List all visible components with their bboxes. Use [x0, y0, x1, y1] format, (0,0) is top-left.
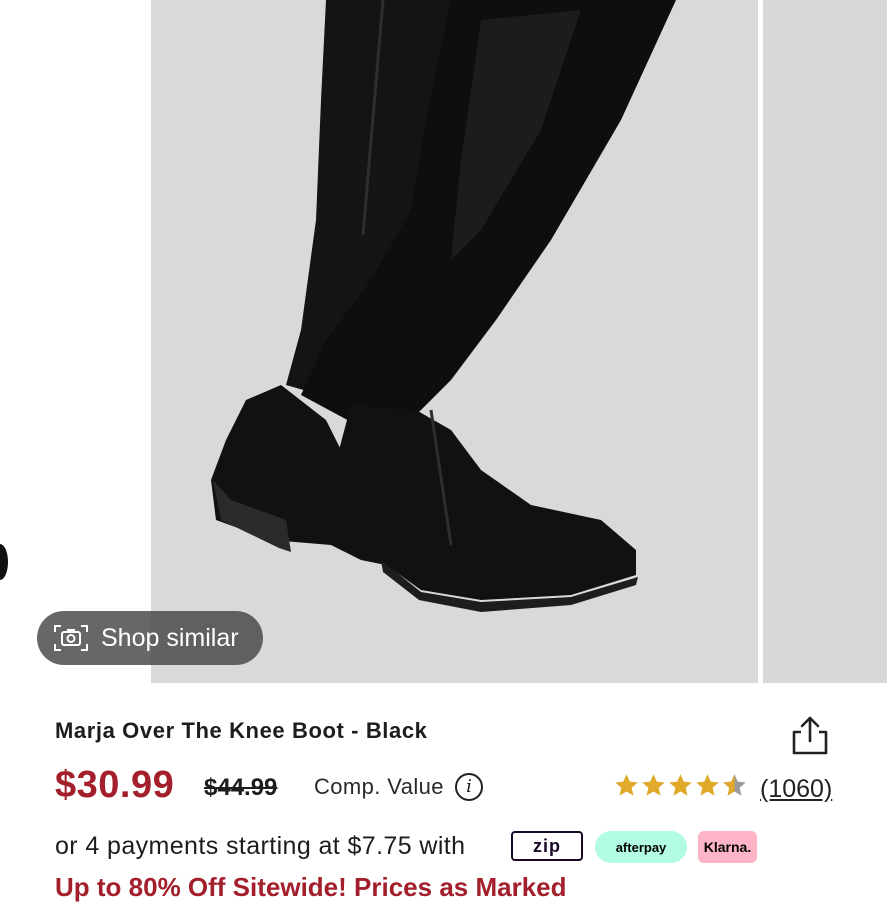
shop-similar-label: Shop similar — [101, 623, 239, 652]
comp-value-label: Comp. Value — [314, 774, 444, 799]
next-product-image[interactable] — [763, 0, 887, 683]
main-product-image[interactable] — [151, 0, 758, 683]
camera-icon — [54, 625, 88, 651]
star-icon — [696, 774, 719, 796]
review-count-link[interactable]: (1060) — [760, 775, 832, 804]
info-icon[interactable]: i — [455, 773, 483, 801]
product-title: Marja Over The Knee Boot - Black — [55, 718, 428, 743]
afterpay-badge[interactable]: afterpay — [595, 831, 687, 863]
shop-similar-button[interactable]: Shop similar — [37, 611, 263, 665]
original-price: $44.99 — [204, 774, 278, 801]
price-row: $30.99 $44.99 Comp. Value i (1060) — [55, 764, 855, 808]
installment-text: or 4 payments starting at $7.75 with — [55, 832, 466, 860]
star-icon — [669, 774, 692, 796]
klarna-badge[interactable]: Klarna. — [698, 831, 757, 863]
previous-product-image[interactable] — [0, 0, 150, 683]
product-image-gallery[interactable]: Shop similar — [0, 0, 887, 683]
promo-banner-text: Up to 80% Off Sitewide! Prices as Marked — [55, 872, 567, 902]
star-icon — [642, 774, 665, 796]
installment-payments-row: or 4 payments starting at $7.75 with zip… — [55, 828, 885, 868]
star-rating[interactable] — [613, 772, 748, 802]
zip-pay-badge[interactable]: zip — [511, 831, 583, 861]
share-icon[interactable] — [789, 714, 831, 756]
star-icon — [615, 774, 638, 796]
sale-price: $30.99 — [55, 764, 175, 806]
star-half-icon — [723, 774, 746, 796]
